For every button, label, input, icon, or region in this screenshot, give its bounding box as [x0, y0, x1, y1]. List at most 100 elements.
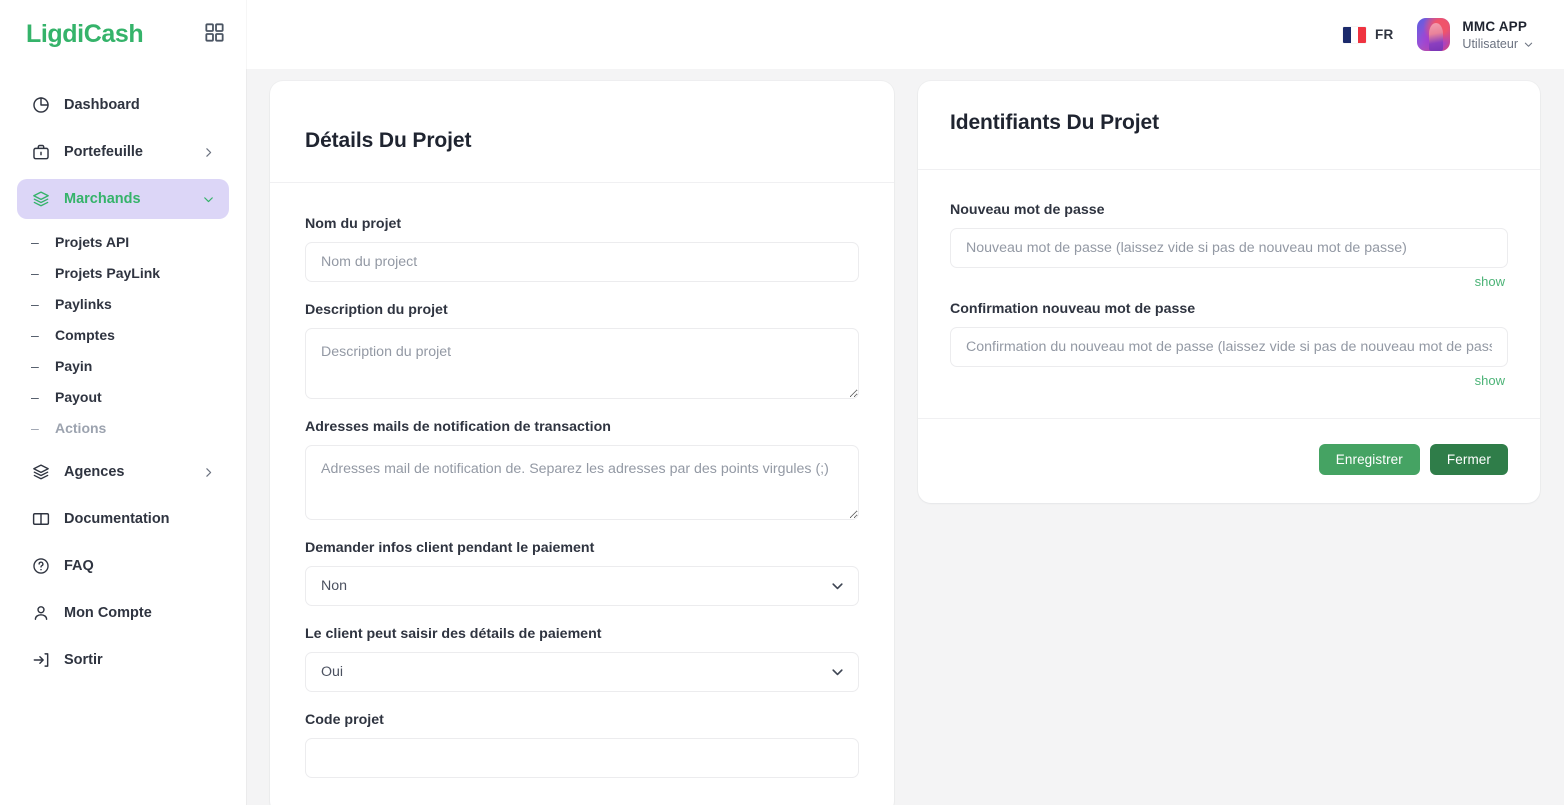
credentials-title: Identifiants Du Projet: [950, 111, 1159, 134]
book-icon: [31, 510, 50, 529]
sidebar-subitem-label: Comptes: [55, 326, 115, 343]
pie-chart-icon: [31, 96, 50, 115]
grid-icon[interactable]: [205, 22, 224, 47]
sidebar-item-mon-compte[interactable]: Mon Compte: [17, 593, 229, 633]
client-payment-details-select-wrap: Oui: [305, 652, 859, 692]
field-confirm-password: Confirmation nouveau mot de passe show: [950, 301, 1508, 388]
language-code: FR: [1375, 27, 1394, 42]
briefcase-icon: [31, 143, 50, 162]
ask-client-info-select[interactable]: Non: [305, 566, 859, 606]
sidebar-subitem-label: Payout: [55, 388, 102, 405]
sidebar-nav: Dashboard Portefeuille Marchands – Proje…: [0, 69, 246, 805]
field-notification-emails: Adresses mails de notification de transa…: [305, 419, 859, 520]
sidebar-subitem-paylinks[interactable]: – Paylinks: [17, 288, 229, 319]
sidebar-subitem-projets-api[interactable]: – Projets API: [17, 226, 229, 257]
field-project-code: Code projet: [305, 712, 859, 778]
notification-emails-label: Adresses mails de notification de transa…: [305, 419, 611, 435]
dash-icon: –: [31, 233, 39, 250]
chevron-down-icon: [1523, 39, 1534, 50]
chevron-right-icon: [202, 466, 215, 479]
logout-icon: [31, 651, 50, 670]
user-icon: [31, 604, 50, 623]
avatar: [1417, 17, 1451, 51]
project-details-card: Détails Du Projet Nom du projet Descript…: [270, 81, 894, 805]
project-description-textarea[interactable]: [305, 328, 859, 399]
project-details-header: Détails Du Projet: [270, 81, 894, 183]
user-name: MMC APP: [1462, 19, 1528, 35]
main-area: FR MMC APP Utilisateur Détails Du Projet…: [246, 0, 1564, 805]
sidebar-subitem-comptes[interactable]: – Comptes: [17, 319, 229, 350]
user-role: Utilisateur: [1462, 37, 1534, 52]
project-name-input[interactable]: [305, 242, 859, 282]
dash-icon: –: [31, 388, 39, 405]
confirm-password-label: Confirmation nouveau mot de passe: [950, 301, 1196, 317]
sidebar-subitem-label: Paylinks: [55, 295, 112, 312]
client-payment-details-select[interactable]: Oui: [305, 652, 859, 692]
close-button[interactable]: Fermer: [1429, 444, 1508, 475]
layers-icon: [31, 190, 50, 209]
project-code-input[interactable]: [305, 738, 859, 778]
chevron-down-icon: [202, 193, 215, 206]
user-role-label: Utilisateur: [1462, 36, 1518, 51]
field-client-payment-details: Le client peut saisir des détails de pai…: [305, 626, 859, 692]
project-details-body: Nom du projet Description du projet Adre…: [270, 183, 894, 778]
field-ask-client-info: Demander infos client pendant le paiemen…: [305, 540, 859, 606]
sidebar-submenu-marchands: – Projets API – Projets PayLink – Paylin…: [0, 226, 246, 443]
sidebar-item-label: Portefeuille: [64, 144, 143, 160]
dash-icon: –: [31, 419, 39, 436]
sidebar-item-label: Dashboard: [64, 97, 140, 113]
ask-client-info-label: Demander infos client pendant le paiemen…: [305, 540, 595, 556]
sidebar-subitem-label: Projets API: [55, 233, 130, 250]
sidebar-item-faq[interactable]: FAQ: [17, 546, 229, 586]
sidebar-subitem-label: Payin: [55, 357, 93, 374]
topbar: FR MMC APP Utilisateur: [246, 0, 1564, 69]
chevron-right-icon: [202, 146, 215, 159]
sidebar-item-sortir[interactable]: Sortir: [17, 640, 229, 680]
project-credentials-card: Identifiants Du Projet Nouveau mot de pa…: [918, 81, 1540, 503]
user-menu[interactable]: MMC APP Utilisateur: [1417, 17, 1534, 52]
user-meta: MMC APP Utilisateur: [1462, 17, 1534, 52]
dash-icon: –: [31, 357, 39, 374]
field-new-password: Nouveau mot de passe show: [950, 202, 1508, 289]
sidebar-subitem-actions[interactable]: – Actions: [17, 412, 229, 443]
sidebar: LigdiCash Dashboard Portefeuille Marchan…: [0, 0, 246, 805]
project-credentials-body: Nouveau mot de passe show Confirmation n…: [918, 170, 1540, 418]
sidebar-item-agences[interactable]: Agences: [17, 452, 229, 492]
dash-icon: –: [31, 295, 39, 312]
question-circle-icon: [31, 557, 50, 576]
save-button[interactable]: Enregistrer: [1318, 444, 1420, 475]
sidebar-item-portefeuille[interactable]: Portefeuille: [17, 132, 229, 172]
page-title: Détails Du Projet: [305, 129, 472, 152]
sidebar-subitem-projets-paylink[interactable]: – Projets PayLink: [17, 257, 229, 288]
client-payment-details-label: Le client peut saisir des détails de pai…: [305, 626, 602, 642]
field-project-description: Description du projet: [305, 302, 859, 399]
layers-icon: [31, 463, 50, 482]
content-area: Détails Du Projet Nom du projet Descript…: [246, 69, 1564, 805]
confirm-password-show-toggle[interactable]: show: [950, 373, 1505, 388]
sidebar-item-label: Agences: [64, 464, 125, 480]
sidebar-item-label: Documentation: [64, 511, 170, 527]
sidebar-item-dashboard[interactable]: Dashboard: [17, 85, 229, 125]
new-password-show-toggle[interactable]: show: [950, 274, 1505, 289]
sidebar-subitem-payout[interactable]: – Payout: [17, 381, 229, 412]
ask-client-info-select-wrap: Non: [305, 566, 859, 606]
sidebar-item-label: Marchands: [64, 191, 141, 207]
language-switcher[interactable]: FR: [1343, 26, 1394, 43]
brand-row: LigdiCash: [0, 0, 246, 69]
sidebar-item-label: Sortir: [64, 652, 103, 668]
new-password-input[interactable]: [950, 228, 1508, 268]
sidebar-item-documentation[interactable]: Documentation: [17, 499, 229, 539]
confirm-password-input[interactable]: [950, 327, 1508, 367]
sidebar-item-marchands[interactable]: Marchands: [17, 179, 229, 219]
project-name-label: Nom du projet: [305, 216, 402, 232]
sidebar-item-label: FAQ: [64, 558, 94, 574]
sidebar-subitem-label: Actions: [55, 419, 107, 436]
sidebar-item-label: Mon Compte: [64, 605, 152, 621]
project-description-label: Description du projet: [305, 302, 448, 318]
field-project-name: Nom du projet: [305, 216, 859, 282]
new-password-label: Nouveau mot de passe: [950, 202, 1105, 218]
brand-logo: LigdiCash: [26, 20, 144, 48]
sidebar-subitem-payin[interactable]: – Payin: [17, 350, 229, 381]
notification-emails-textarea[interactable]: [305, 445, 859, 520]
project-credentials-footer: Enregistrer Fermer: [918, 418, 1540, 503]
